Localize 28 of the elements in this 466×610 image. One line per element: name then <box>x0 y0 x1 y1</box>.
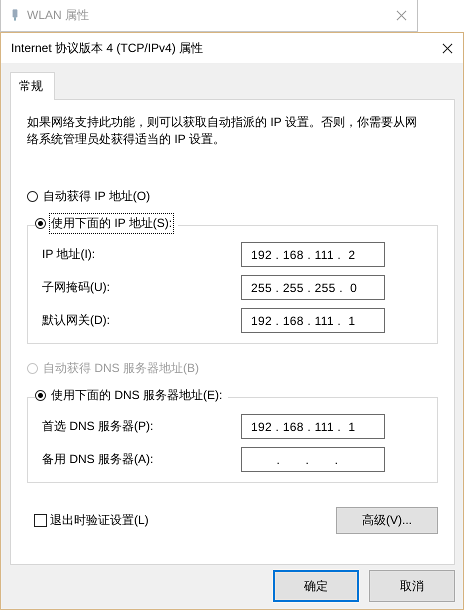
dialog-title: Internet 协议版本 4 (TCP/IPv4) 属性 <box>11 40 204 56</box>
radio-label: 使用下面的 IP 地址(S): <box>49 213 174 234</box>
field-label: 默认网关(D): <box>42 312 110 329</box>
field-label: 备用 DNS 服务器(A): <box>42 451 154 468</box>
network-adapter-icon <box>11 8 19 22</box>
radio-label: 使用下面的 DNS 服务器地址(E): <box>50 387 224 404</box>
ip-address-field[interactable]: 192 . 168 . 111 . 2 <box>241 242 385 267</box>
ip-address-field[interactable]: . . . <box>241 447 385 472</box>
checkbox[interactable] <box>34 514 47 527</box>
ok-button[interactable]: 确定 <box>273 570 359 602</box>
radio-label: 自动获得 DNS 服务器地址(B) <box>42 360 200 377</box>
radio-button[interactable] <box>35 218 46 229</box>
ip-address-field[interactable]: 192 . 168 . 111 . 1 <box>241 414 385 439</box>
ip-address-field[interactable]: 192 . 168 . 111 . 1 <box>241 308 385 333</box>
ip-address-field[interactable]: 255 . 255 . 255 . 0 <box>241 275 385 300</box>
radio-button[interactable] <box>27 191 38 202</box>
cancel-button[interactable]: 取消 <box>369 570 455 602</box>
advanced-button[interactable]: 高级(V)... <box>336 507 438 534</box>
checkbox-label: 退出时验证设置(L) <box>50 512 149 529</box>
radio-button[interactable] <box>35 390 46 401</box>
description-text: 如果网络支持此功能，则可以获取自动指派的 IP 设置。否则，你需要从网络系统管理员处获得适当的 IP 设置。 <box>27 114 418 148</box>
field-label: 首选 DNS 服务器(P): <box>42 418 154 435</box>
window-title: WLAN 属性 <box>27 6 90 24</box>
radio-label: 自动获得 IP 地址(O) <box>42 188 152 205</box>
field-label: IP 地址(I): <box>42 246 96 263</box>
field-label: 子网掩码(U): <box>42 279 110 296</box>
close-icon[interactable] <box>442 42 453 54</box>
tab[interactable]: 常规 <box>10 72 55 100</box>
